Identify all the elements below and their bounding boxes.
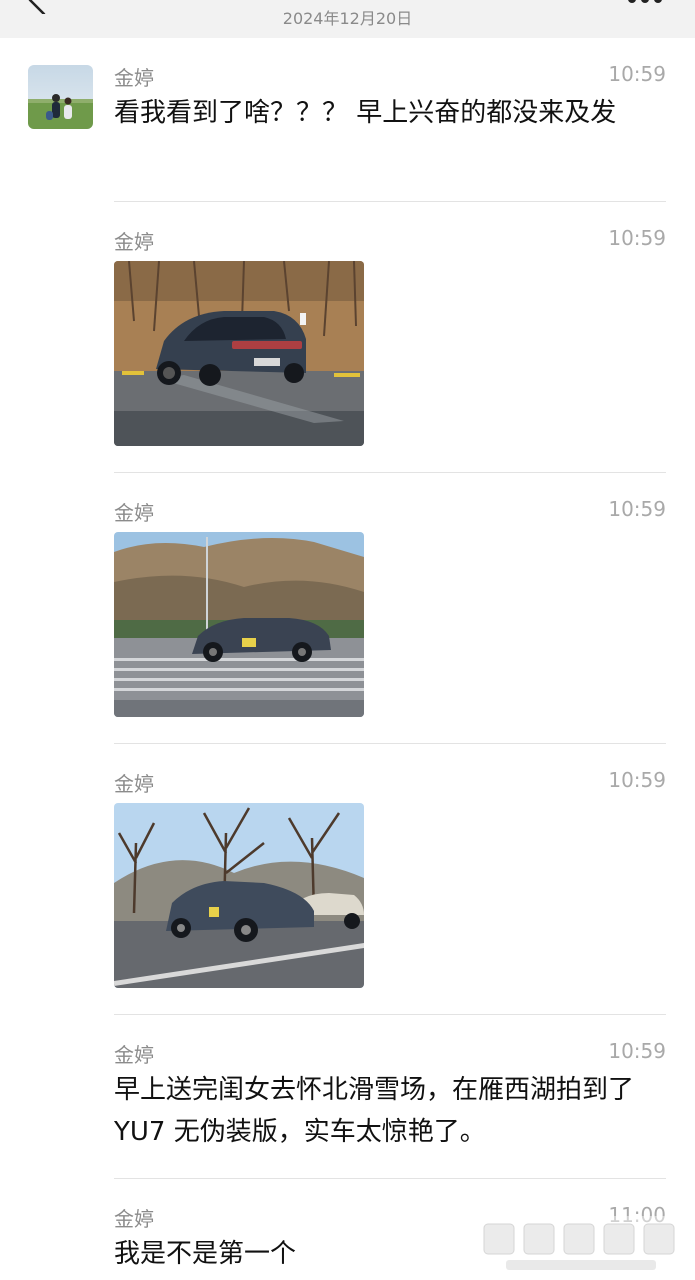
- chat-date: 2024年12月20日: [282, 9, 413, 28]
- message-text: 看我看到了啥？？？ 早上兴奋的都没来及发: [114, 98, 617, 128]
- message-item[interactable]: 金婷 10:59 看我看到了啥？？？ 早上兴奋的都没来及发: [114, 62, 666, 192]
- divider: [114, 743, 666, 744]
- chat-header: 2024年12月20日: [0, 0, 695, 38]
- sender-name: 金婷: [114, 66, 154, 90]
- message-text: 早上送完闺女去怀北滑雪场，在雁西湖拍到了 YU7 无伪装版，实车太惊艳了。: [114, 1075, 635, 1147]
- avatar[interactable]: [28, 65, 93, 129]
- divider: [114, 1178, 666, 1179]
- more-dots-icon[interactable]: [627, 0, 663, 4]
- message-time: 10:59: [608, 768, 666, 792]
- message-time: 10:59: [608, 226, 666, 250]
- sender-name: 金婷: [114, 1207, 154, 1231]
- message-time: 10:59: [608, 497, 666, 521]
- divider: [114, 201, 666, 202]
- message-item[interactable]: 金婷 10:59: [114, 497, 666, 737]
- car-photo-crosswalk[interactable]: [114, 532, 364, 717]
- sender-name: 金婷: [114, 230, 154, 254]
- message-item[interactable]: 金婷 10:59 早上送完闺女去怀北滑雪场，在雁西湖拍到了 YU7 无伪装版，实…: [114, 1039, 666, 1169]
- watermark-logo: [476, 1216, 691, 1278]
- message-time: 10:59: [608, 1039, 666, 1063]
- sender-name: 金婷: [114, 501, 154, 525]
- car-photo-trees[interactable]: [114, 803, 364, 988]
- divider: [114, 472, 666, 473]
- car-photo-parking[interactable]: [114, 261, 364, 446]
- sender-name: 金婷: [114, 772, 154, 796]
- message-item[interactable]: 金婷 10:59: [114, 768, 666, 1008]
- message-time: 10:59: [608, 62, 666, 86]
- sender-name: 金婷: [114, 1043, 154, 1067]
- divider: [114, 1014, 666, 1015]
- message-item[interactable]: 金婷 10:59: [114, 226, 666, 466]
